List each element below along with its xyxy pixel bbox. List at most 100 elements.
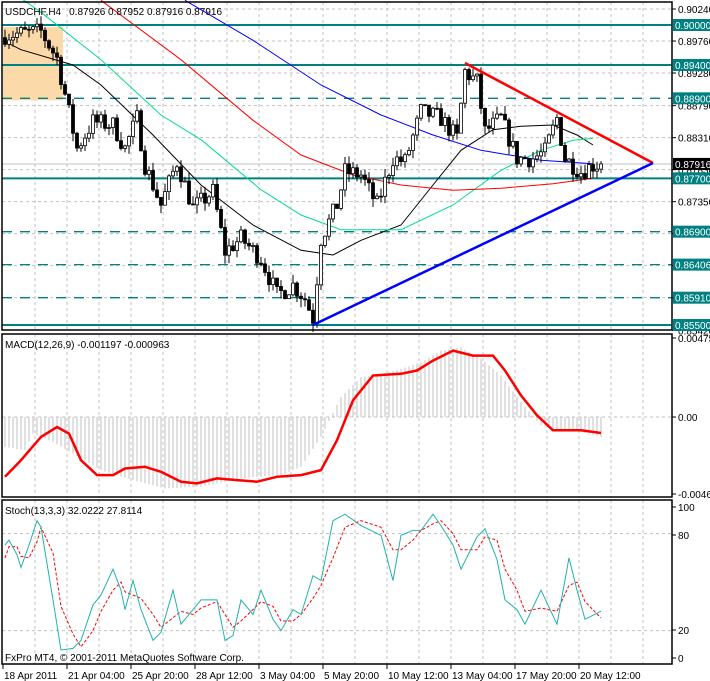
stochastic-panel[interactable] [2, 500, 672, 664]
candle-body-bull [535, 155, 539, 160]
candle [459, 102, 463, 134]
candle-body-bear [279, 286, 283, 292]
candle [363, 169, 367, 186]
candle [123, 144, 127, 153]
candle [271, 270, 275, 291]
candle [515, 141, 519, 169]
candle-body-bear [27, 28, 31, 31]
candle-body-bear [563, 144, 567, 162]
level-label: 0.85500 [675, 321, 710, 332]
candle-body-bull [147, 170, 151, 175]
candle [303, 292, 307, 307]
candle-body-bull [31, 26, 35, 30]
candle-body-bear [515, 141, 519, 165]
candle-body-bull [19, 27, 23, 34]
macd-panel[interactable] [2, 334, 672, 497]
candle-body-bear [355, 167, 359, 178]
candle-body-bull [463, 69, 467, 104]
candle-body-bull [91, 114, 95, 134]
candle [435, 102, 439, 111]
candle-body-bull [443, 117, 447, 126]
candle-body-bear [3, 37, 7, 45]
price-panel[interactable] [2, 0, 672, 332]
candle [163, 183, 167, 206]
candle [375, 193, 379, 200]
candle-body-bear [283, 290, 287, 300]
candle-body-bull [123, 145, 127, 149]
stoch-main-line [4, 513, 602, 651]
candle-body-bear [527, 158, 531, 168]
macd-tick-label: 0.00475 [678, 334, 710, 345]
time-label: 25 Apr 20:00 [132, 671, 189, 681]
time-label: 20 May 12:00 [580, 671, 641, 681]
candle-body-bear [499, 113, 503, 116]
candle-body-bull [227, 245, 231, 256]
candle [71, 98, 75, 142]
candle-body-bear [371, 182, 375, 200]
candle-body-bull [475, 73, 479, 77]
level-label: 0.86406 [675, 261, 710, 272]
candle [135, 104, 139, 124]
candle-body-bear [191, 203, 195, 206]
candle-body-bull [587, 164, 591, 179]
trading-chart[interactable]: 0.902400.897600.892800.887900.883100.878… [0, 0, 710, 681]
candle [91, 109, 95, 139]
candle-body-bear [51, 47, 55, 54]
candle-body-bear [223, 227, 227, 256]
candle [263, 258, 267, 277]
candle-body-bear [427, 104, 431, 117]
candle-body-bull [339, 189, 343, 209]
candle [511, 133, 515, 149]
candle-body-bear [523, 156, 527, 160]
candle [291, 274, 295, 297]
time-label: 28 Apr 12:00 [196, 671, 253, 681]
candle-body-bull [491, 117, 495, 129]
candle [315, 276, 319, 328]
candle-body-bull [239, 229, 243, 243]
candle-body-bear [231, 245, 235, 252]
candle [119, 132, 123, 151]
candle-body-bear [435, 107, 439, 110]
candle [335, 203, 339, 209]
candle [171, 165, 175, 179]
candle-body-bear [203, 192, 207, 204]
candle [215, 178, 219, 213]
candle [431, 106, 435, 119]
candle-body-bear [39, 23, 43, 31]
candle-body-bull [195, 197, 199, 206]
candle-body-bear [187, 180, 191, 205]
candle [419, 103, 423, 121]
candle-body-bull [547, 134, 551, 144]
level-label: 0.88900 [675, 94, 710, 105]
candle [383, 168, 387, 204]
price-tick-label: 0.88310 [678, 134, 710, 145]
ohlc-values: 0.87926 0.87952 0.87916 0.87916 [69, 7, 222, 18]
candle-body-bear [307, 299, 311, 311]
candle-body-bear [379, 195, 383, 198]
candle-body-bear [487, 125, 491, 129]
candle-body-bull [167, 175, 171, 193]
stoch-tick-label: 80 [678, 531, 690, 542]
candle-body-bull [579, 173, 583, 178]
candle [115, 114, 119, 142]
candle [483, 107, 487, 134]
candle [415, 115, 419, 141]
candle-body-bear [63, 84, 67, 95]
candle [143, 145, 147, 177]
candle-body-bear [363, 174, 367, 180]
candle [175, 165, 179, 177]
candle [159, 196, 163, 214]
candle-body-bull [135, 110, 139, 122]
candle [227, 238, 231, 264]
candle-body-bear [43, 29, 47, 42]
price-tick-label: 0.90240 [678, 5, 710, 16]
candle [59, 54, 63, 90]
candle [367, 172, 371, 192]
level-label: 0.89400 [675, 61, 710, 72]
candle [479, 67, 483, 115]
candle-body-bull [315, 284, 319, 324]
candle [411, 133, 415, 159]
candle-body-bull [543, 142, 547, 153]
candle-body-bear [103, 114, 107, 129]
candle-body-bull [79, 145, 83, 149]
